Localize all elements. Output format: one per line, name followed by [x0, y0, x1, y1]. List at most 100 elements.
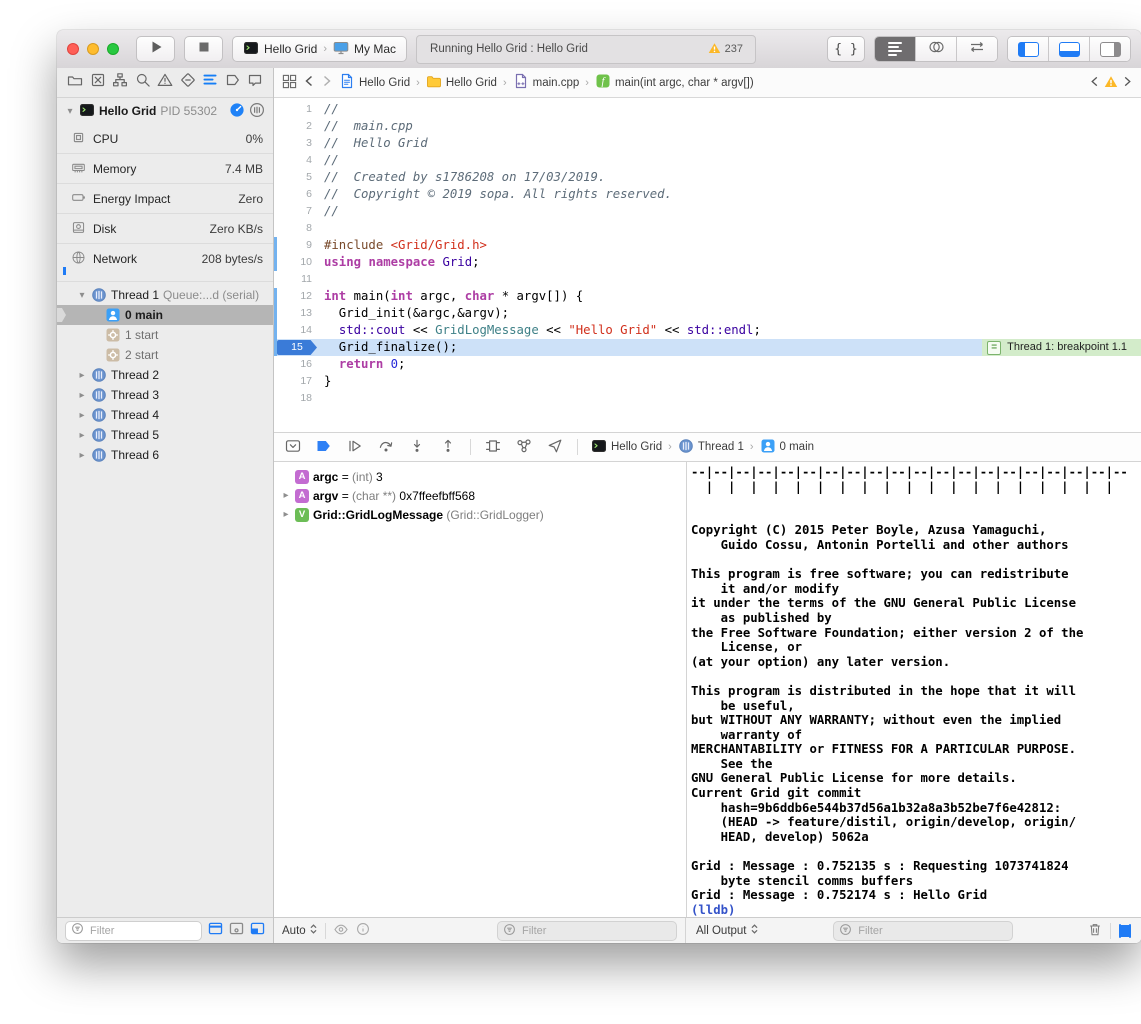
- source-editor[interactable]: 1//2// main.cpp3// Hello Grid4//5// Crea…: [274, 98, 1141, 433]
- memory-graph-button[interactable]: [515, 439, 533, 455]
- line-number[interactable]: 4: [274, 152, 312, 169]
- code-text[interactable]: //: [324, 152, 1141, 169]
- sidebar-tab-issue-navigator[interactable]: [156, 74, 174, 92]
- disclosure-triangle[interactable]: ▾: [65, 106, 75, 117]
- info-button[interactable]: [356, 922, 370, 939]
- sidebar-tab-report-navigator[interactable]: [246, 74, 264, 92]
- assistant-editor-button[interactable]: [915, 37, 956, 61]
- variables-scope-popup[interactable]: Auto: [282, 923, 318, 938]
- version-editor-button[interactable]: [956, 37, 997, 61]
- console-filter-input[interactable]: [856, 924, 1007, 938]
- jump-bar-crumb[interactable]: Hello Grid: [339, 73, 410, 92]
- line-number[interactable]: 8: [274, 220, 312, 237]
- code-text[interactable]: int main(int argc, char * argv[]) {: [324, 288, 1141, 305]
- code-text[interactable]: using namespace Grid;: [324, 254, 1141, 271]
- issue-warning-icon[interactable]: [1104, 75, 1118, 91]
- gauge-disk[interactable]: DiskZero KB/s: [57, 213, 273, 243]
- breakpoint-annotation[interactable]: =Thread 1: breakpoint 1.1: [982, 339, 1141, 356]
- gauge-cpu[interactable]: CPU0%: [57, 124, 273, 153]
- sidebar-tab-debug-navigator[interactable]: [201, 74, 219, 92]
- breakpoint-badge[interactable]: 15: [277, 340, 317, 355]
- disclosure-triangle[interactable]: ▸: [77, 430, 87, 441]
- navigator-filter-field[interactable]: [65, 921, 202, 941]
- jump-bar-crumb[interactable]: Hello Grid: [426, 73, 497, 92]
- line-number[interactable]: 13: [274, 305, 312, 322]
- sidebar-tab-test-navigator[interactable]: [179, 74, 197, 92]
- thread-row-thread-4[interactable]: ▸Thread 4: [57, 405, 273, 425]
- step-into-button[interactable]: [408, 439, 426, 455]
- toggle-debug-area-button[interactable]: [1048, 37, 1089, 61]
- continue-button[interactable]: [346, 439, 364, 455]
- disclosure-triangle[interactable]: ▸: [77, 370, 87, 381]
- sidebar-tab-find-navigator[interactable]: [134, 74, 152, 92]
- line-number[interactable]: 1: [274, 101, 312, 118]
- sidebar-tab-source-control-navigator[interactable]: [89, 74, 107, 92]
- warning-count-button[interactable]: 237: [696, 42, 755, 57]
- variables-filter-input[interactable]: [520, 924, 671, 938]
- view-hierarchy-button[interactable]: [484, 439, 502, 455]
- line-number[interactable]: 17: [274, 373, 312, 390]
- disclosure-triangle[interactable]: ▸: [77, 450, 87, 461]
- line-number[interactable]: 10: [274, 254, 312, 271]
- line-number[interactable]: 7: [274, 203, 312, 220]
- run-button[interactable]: [136, 36, 175, 62]
- toggle-console-pane-button[interactable]: [1129, 925, 1131, 937]
- sidebar-tab-breakpoint-navigator[interactable]: [224, 74, 242, 92]
- toggle-navigator-button[interactable]: [1008, 37, 1048, 61]
- disclosure-triangle[interactable]: ▸: [77, 410, 87, 421]
- line-number[interactable]: 11: [274, 271, 312, 288]
- library-button[interactable]: { }: [827, 36, 865, 62]
- show-values-eye-button[interactable]: [333, 923, 349, 939]
- jump-bar-crumb[interactable]: main.cpp: [513, 73, 580, 92]
- line-number[interactable]: 5: [274, 169, 312, 186]
- thread-row-thread-5[interactable]: ▸Thread 5: [57, 425, 273, 445]
- gauge-memory[interactable]: Memory7.4 MB: [57, 153, 273, 183]
- debug-crumb[interactable]: 0 main: [760, 438, 815, 457]
- hide-debug-area-button[interactable]: [284, 439, 302, 455]
- line-number[interactable]: 9: [274, 237, 312, 254]
- process-row[interactable]: ▾ Hello Grid PID 55302: [57, 98, 273, 124]
- code-text[interactable]: return 0;: [324, 356, 1141, 373]
- console-filter-field[interactable]: [833, 921, 1013, 941]
- disclosure-triangle[interactable]: ▸: [281, 490, 291, 501]
- code-text[interactable]: //: [324, 203, 1141, 220]
- simulate-location-button[interactable]: [546, 439, 564, 455]
- related-items-icon[interactable]: [282, 74, 297, 92]
- variable-row-grid-gridlogmessage[interactable]: ▸VGrid::GridLogMessage (Grid::GridLogger…: [274, 505, 686, 524]
- step-over-button[interactable]: [377, 439, 395, 455]
- thread-row-thread-3[interactable]: ▸Thread 3: [57, 385, 273, 405]
- gauge-network[interactable]: Network208 bytes/s: [57, 243, 273, 273]
- code-text[interactable]: // Copyright © 2019 sopa. All rights res…: [324, 186, 1141, 203]
- go-back-button[interactable]: [303, 74, 315, 91]
- toggle-variables-pane-button[interactable]: [1119, 925, 1121, 937]
- thread-row-0-main[interactable]: 0 main: [57, 305, 273, 325]
- code-text[interactable]: // main.cpp: [324, 118, 1141, 135]
- line-number[interactable]: 18: [274, 390, 312, 407]
- view-by-thread-button[interactable]: [208, 922, 223, 940]
- clear-console-button[interactable]: [1088, 922, 1102, 940]
- disclosure-triangle[interactable]: ▸: [77, 390, 87, 401]
- lldb-prompt[interactable]: (lldb): [691, 903, 1141, 917]
- next-issue-button[interactable]: [1122, 75, 1133, 91]
- navigator-filter-input[interactable]: [88, 924, 196, 938]
- view-by-queue-button[interactable]: [229, 922, 244, 940]
- disclosure-triangle[interactable]: ▾: [77, 290, 87, 301]
- variable-row-argc[interactable]: Aargc = (int) 3: [274, 467, 686, 486]
- thread-row-2-start[interactable]: 2 start: [57, 345, 273, 365]
- line-number[interactable]: 14: [274, 322, 312, 339]
- sidebar-tab-symbol-navigator[interactable]: [111, 74, 129, 92]
- console-scope-popup[interactable]: All Output: [696, 923, 759, 938]
- stop-button[interactable]: [184, 36, 223, 62]
- previous-issue-button[interactable]: [1089, 75, 1100, 91]
- debug-crumb[interactable]: Thread 1: [678, 438, 744, 457]
- thread-row-thread-2[interactable]: ▸Thread 2: [57, 365, 273, 385]
- disclosure-triangle[interactable]: ▸: [281, 509, 291, 520]
- sidebar-tab-project-navigator[interactable]: [66, 74, 84, 92]
- line-number[interactable]: 2: [274, 118, 312, 135]
- code-text[interactable]: //: [324, 101, 1141, 118]
- breakpoints-toggle-button[interactable]: [315, 439, 333, 455]
- code-text[interactable]: // Created by s1786208 on 17/03/2019.: [324, 169, 1141, 186]
- go-forward-button[interactable]: [321, 74, 333, 91]
- step-out-button[interactable]: [439, 439, 457, 455]
- zoom-window-button[interactable]: [107, 43, 119, 55]
